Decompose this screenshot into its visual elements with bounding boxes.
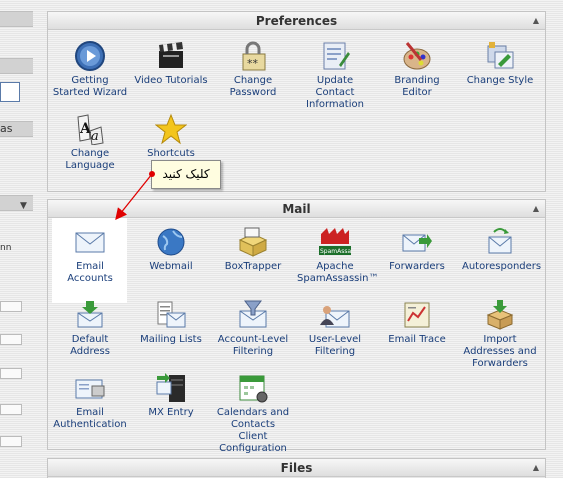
- annotation-arrow-layer: [115, 171, 155, 221]
- annotation-arrow: [115, 173, 153, 221]
- annotation-arrow-tail: [149, 171, 155, 177]
